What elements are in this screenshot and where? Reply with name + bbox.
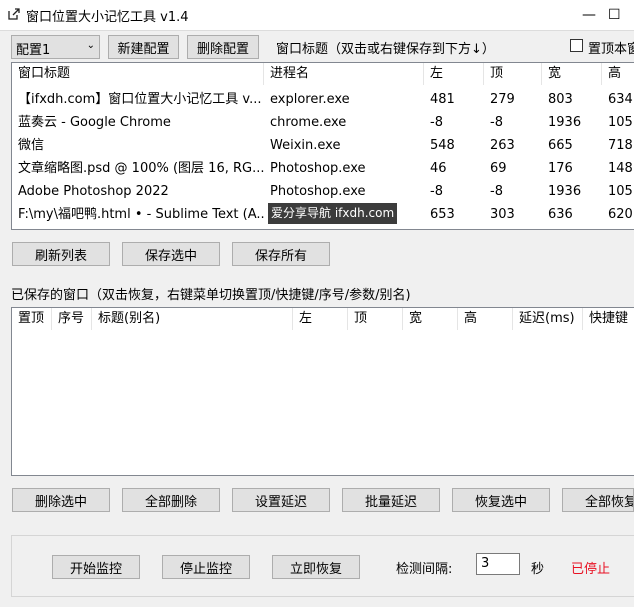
batch-delay-button[interactable]: 批量延迟 <box>342 488 440 512</box>
cell-top: -8 <box>490 115 503 130</box>
column-header-alias[interactable]: 标题(别名) <box>92 308 293 330</box>
cell-left: 46 <box>430 161 447 176</box>
interval-input[interactable]: 3 <box>476 553 520 575</box>
saved-windows-title: 已保存的窗口（双击恢复，右键菜单切换置顶/快捷键/序号/参数/别名) <box>11 288 411 303</box>
interval-label: 检测间隔: <box>396 562 453 577</box>
start-monitor-button[interactable]: 开始监控 <box>52 555 140 579</box>
column-header-width[interactable]: 宽 <box>403 308 458 330</box>
minimize-button[interactable]: — <box>566 0 612 30</box>
maximize-button[interactable]: ☐ <box>608 0 634 30</box>
cell-top: 303 <box>490 207 515 222</box>
cell-width: 176 <box>548 161 573 176</box>
cell-title: F:\my\福吧鸭.html • - Sublime Text (A... <box>18 207 264 222</box>
cell-height: 718 <box>608 138 633 153</box>
column-header-height[interactable]: 高 <box>602 63 634 85</box>
new-profile-button[interactable]: 新建配置 <box>108 35 179 59</box>
table-row[interactable]: 微信 Weixin.exe 548 263 665 718 <box>12 134 634 157</box>
title-separator <box>0 30 634 31</box>
title-bar: 窗口位置大小记忆工具 v1.4 — ☐ <box>0 0 634 30</box>
table-row[interactable]: 文章缩略图.psd @ 100% (图层 16, RG... Photoshop… <box>12 157 634 180</box>
cell-left: 653 <box>430 207 455 222</box>
saved-windows-list[interactable]: 置顶 序号 标题(别名) 左 顶 宽 高 延迟(ms) 快捷键 <box>11 307 634 476</box>
window-list-hint: 窗口标题（双击或右键保存到下方↓） <box>276 42 495 57</box>
chevron-down-icon: ⌄ <box>86 40 95 51</box>
interval-unit: 秒 <box>531 562 545 577</box>
restore-selected-button[interactable]: 恢复选中 <box>452 488 550 512</box>
stop-monitor-button[interactable]: 停止监控 <box>162 555 250 579</box>
delete-all-button[interactable]: 全部删除 <box>122 488 220 512</box>
topmost-label: 置顶本窗 <box>588 42 634 57</box>
cell-title: 蓝奏云 - Google Chrome <box>18 115 171 130</box>
cell-title: 微信 <box>18 138 45 153</box>
save-selected-button[interactable]: 保存选中 <box>122 242 220 266</box>
restore-now-button[interactable]: 立即恢复 <box>272 555 360 579</box>
cell-process: Photoshop.exe <box>270 161 366 176</box>
cell-height: 620 <box>608 207 633 222</box>
column-header-height[interactable]: 高 <box>458 308 513 330</box>
delete-profile-button[interactable]: 删除配置 <box>187 35 259 59</box>
set-delay-button[interactable]: 设置延迟 <box>232 488 330 512</box>
cell-width: 803 <box>548 92 573 107</box>
cell-height: 634 <box>608 92 633 107</box>
table-row[interactable]: Adobe Photoshop 2022 Photoshop.exe -8 -8… <box>12 180 634 203</box>
cell-title: Adobe Photoshop 2022 <box>18 184 169 199</box>
cell-process: Photoshop.exe <box>270 184 366 199</box>
column-header-left[interactable]: 左 <box>424 63 484 85</box>
cell-height: 105 <box>608 184 633 199</box>
column-header-width[interactable]: 宽 <box>542 63 602 85</box>
profile-select[interactable]: 配置1 ⌄ <box>11 35 100 59</box>
delete-selected-button[interactable]: 删除选中 <box>12 488 110 512</box>
cell-width: 665 <box>548 138 573 153</box>
cell-top: -8 <box>490 184 503 199</box>
external-link-icon <box>8 8 20 20</box>
save-all-button[interactable]: 保存所有 <box>232 242 330 266</box>
cell-width: 1936 <box>548 184 582 199</box>
cell-width: 1936 <box>548 115 582 130</box>
cell-height: 148 <box>608 161 633 176</box>
column-header-index[interactable]: 序号 <box>52 308 92 330</box>
hover-tooltip: 爱分享导航 ifxdh.com <box>268 203 397 224</box>
cell-top: 263 <box>490 138 515 153</box>
profile-select-value: 配置1 <box>16 43 51 58</box>
cell-title: 【ifxdh.com】窗口位置大小记忆工具 v... <box>18 92 262 107</box>
column-header-process[interactable]: 进程名 <box>264 63 424 85</box>
refresh-list-button[interactable]: 刷新列表 <box>12 242 110 266</box>
cell-title: 文章缩略图.psd @ 100% (图层 16, RG... <box>18 161 264 176</box>
column-header-title[interactable]: 窗口标题 <box>12 63 264 85</box>
cell-process: chrome.exe <box>270 115 347 130</box>
table-row[interactable]: 蓝奏云 - Google Chrome chrome.exe -8 -8 193… <box>12 111 634 134</box>
column-header-top[interactable]: 顶 <box>348 308 403 330</box>
cell-width: 636 <box>548 207 573 222</box>
window-title: 窗口位置大小记忆工具 v1.4 <box>26 10 189 25</box>
column-header-top[interactable]: 顶 <box>484 63 542 85</box>
cell-process: explorer.exe <box>270 92 350 107</box>
column-header-left[interactable]: 左 <box>293 308 348 330</box>
cell-top: 279 <box>490 92 515 107</box>
topmost-checkbox[interactable] <box>570 39 583 52</box>
column-header-hotkey[interactable]: 快捷键 <box>583 308 634 330</box>
cell-left: 548 <box>430 138 455 153</box>
column-header-delay[interactable]: 延迟(ms) <box>513 308 583 330</box>
column-header-pinned[interactable]: 置顶 <box>12 308 52 330</box>
cell-process: Weixin.exe <box>270 138 341 153</box>
cell-left: -8 <box>430 184 443 199</box>
cell-left: -8 <box>430 115 443 130</box>
restore-all-button[interactable]: 全部恢复 <box>562 488 634 512</box>
cell-height: 105 <box>608 115 633 130</box>
cell-left: 481 <box>430 92 455 107</box>
table-row[interactable]: 【ifxdh.com】窗口位置大小记忆工具 v... explorer.exe … <box>12 88 634 111</box>
cell-top: 69 <box>490 161 507 176</box>
monitor-status: 已停止 <box>571 562 611 577</box>
